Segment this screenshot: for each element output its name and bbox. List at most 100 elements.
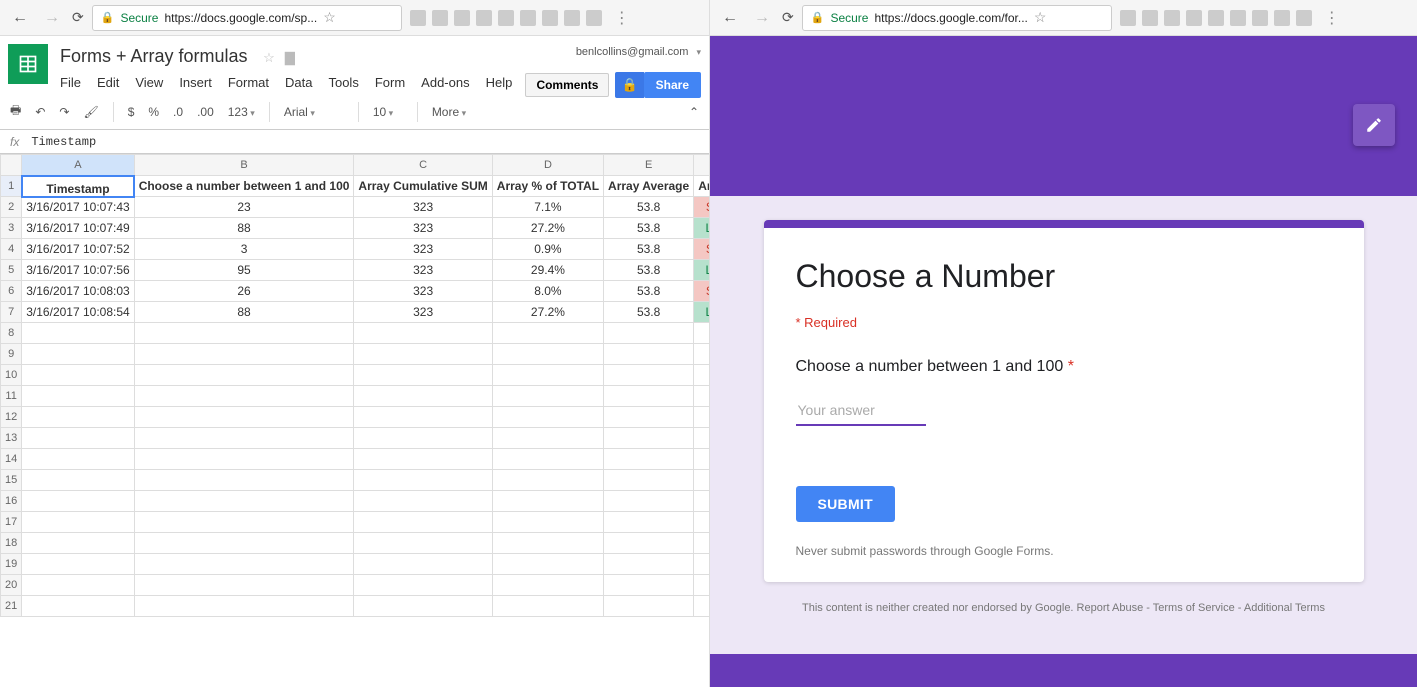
row-header-1[interactable]: 1 <box>1 176 22 197</box>
cell[interactable] <box>22 323 134 344</box>
cell[interactable] <box>604 491 694 512</box>
menu-insert[interactable]: Insert <box>179 75 212 90</box>
cell[interactable]: 26 <box>134 281 354 302</box>
cell[interactable]: 23 <box>134 197 354 218</box>
reload-button[interactable]: ⟳ <box>782 9 794 26</box>
cell[interactable]: 3/16/2017 10:07:49 <box>22 218 134 239</box>
cell[interactable]: 3/16/2017 10:07:43 <box>22 197 134 218</box>
cell[interactable] <box>134 344 354 365</box>
cell[interactable]: 88 <box>134 302 354 323</box>
formula-value[interactable]: Timestamp <box>31 135 96 149</box>
cell[interactable] <box>694 596 709 617</box>
ext-icon[interactable] <box>476 10 492 26</box>
row-header-7[interactable]: 7 <box>1 302 22 323</box>
cell[interactable] <box>22 470 134 491</box>
cell[interactable]: 323 <box>354 239 492 260</box>
cell[interactable] <box>354 386 492 407</box>
address-bar[interactable]: 🔒 Secure https://docs.google.com/sp... ☆ <box>92 5 402 31</box>
cell[interactable] <box>354 491 492 512</box>
font-size-dropdown[interactable]: 10 <box>373 105 403 119</box>
star-doc-icon[interactable]: ☆ <box>263 50 275 66</box>
answer-input[interactable] <box>796 396 926 426</box>
cell[interactable] <box>354 596 492 617</box>
folder-icon[interactable]: ▇ <box>285 50 295 66</box>
cell[interactable]: 323 <box>354 260 492 281</box>
submit-button[interactable]: SUBMIT <box>796 486 895 522</box>
row-header-2[interactable]: 2 <box>1 197 22 218</box>
cell[interactable] <box>604 554 694 575</box>
menu-tools[interactable]: Tools <box>328 75 358 90</box>
cell[interactable] <box>354 344 492 365</box>
cell[interactable] <box>492 512 603 533</box>
row-header-17[interactable]: 17 <box>1 512 22 533</box>
cell[interactable] <box>22 596 134 617</box>
cell[interactable] <box>604 344 694 365</box>
cell[interactable] <box>492 407 603 428</box>
cell[interactable] <box>354 428 492 449</box>
print-icon[interactable]: 🖶 <box>10 101 21 122</box>
cell[interactable] <box>492 365 603 386</box>
row-header-5[interactable]: 5 <box>1 260 22 281</box>
menu-edit[interactable]: Edit <box>97 75 119 90</box>
cell[interactable] <box>134 428 354 449</box>
cell[interactable] <box>134 491 354 512</box>
cell[interactable]: 53.8 <box>604 197 694 218</box>
row-header-10[interactable]: 10 <box>1 365 22 386</box>
redo-icon[interactable]: ↷ <box>59 105 69 119</box>
row-header-12[interactable]: 12 <box>1 407 22 428</box>
cell[interactable]: 3 <box>134 239 354 260</box>
cell[interactable] <box>694 575 709 596</box>
menu-addons[interactable]: Add-ons <box>421 75 469 90</box>
corner-cell[interactable] <box>1 155 22 176</box>
cell[interactable] <box>22 491 134 512</box>
row-header-19[interactable]: 19 <box>1 554 22 575</box>
ext-icon[interactable] <box>1252 10 1268 26</box>
cell[interactable]: 3/16/2017 10:07:56 <box>22 260 134 281</box>
ext-icon[interactable] <box>1164 10 1180 26</box>
cell[interactable] <box>22 365 134 386</box>
cell[interactable]: 53.8 <box>604 239 694 260</box>
ext-icon[interactable] <box>1230 10 1246 26</box>
star-icon[interactable]: ☆ <box>1034 9 1047 26</box>
ext-icon[interactable] <box>564 10 580 26</box>
cell[interactable] <box>134 449 354 470</box>
row-header-16[interactable]: 16 <box>1 491 22 512</box>
cell[interactable] <box>22 407 134 428</box>
spreadsheet-grid[interactable]: A B C D E F 1 Timestamp Choose a number … <box>0 154 709 687</box>
cell[interactable] <box>22 512 134 533</box>
cell[interactable] <box>694 533 709 554</box>
menu-form[interactable]: Form <box>375 75 405 90</box>
cell[interactable] <box>604 533 694 554</box>
cell[interactable] <box>492 323 603 344</box>
percent-button[interactable]: % <box>148 105 159 119</box>
cell[interactable] <box>694 449 709 470</box>
menu-format[interactable]: Format <box>228 75 269 90</box>
ext-icon[interactable] <box>1120 10 1136 26</box>
cell[interactable] <box>22 386 134 407</box>
cell[interactable]: 3/16/2017 10:08:54 <box>22 302 134 323</box>
menu-view[interactable]: View <box>135 75 163 90</box>
row-header-18[interactable]: 18 <box>1 533 22 554</box>
col-header-a[interactable]: A <box>22 155 134 176</box>
cell[interactable]: 323 <box>354 302 492 323</box>
ext-icon[interactable] <box>410 10 426 26</box>
cell[interactable] <box>492 491 603 512</box>
cell[interactable] <box>604 575 694 596</box>
number-format-dropdown[interactable]: 123 <box>228 105 255 119</box>
cell[interactable]: 53.8 <box>604 260 694 281</box>
cell[interactable] <box>354 554 492 575</box>
cell[interactable] <box>492 428 603 449</box>
cell[interactable] <box>604 470 694 491</box>
cell[interactable] <box>694 407 709 428</box>
cell[interactable]: 323 <box>354 281 492 302</box>
row-header-20[interactable]: 20 <box>1 575 22 596</box>
cell[interactable] <box>604 596 694 617</box>
cell[interactable]: 53.8 <box>604 281 694 302</box>
cell[interactable] <box>492 344 603 365</box>
ext-icon[interactable] <box>1274 10 1290 26</box>
paint-format-icon[interactable]: 🖌 <box>83 105 98 119</box>
cell-f1[interactable]: Array IF <box>694 176 709 197</box>
col-header-d[interactable]: D <box>492 155 603 176</box>
row-header-15[interactable]: 15 <box>1 470 22 491</box>
cell[interactable] <box>134 386 354 407</box>
